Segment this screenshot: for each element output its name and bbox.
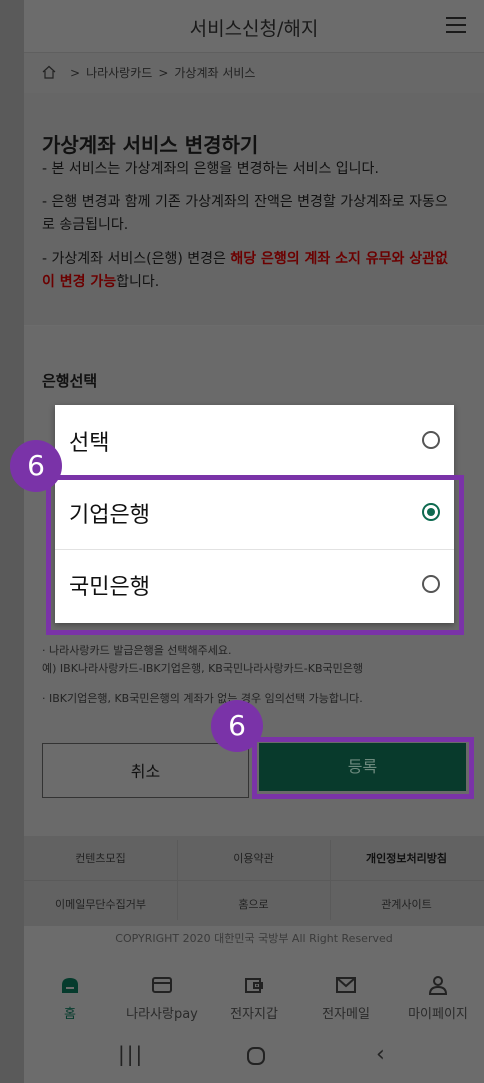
footer-link-email-refuse[interactable]: 이메일무단수집거부	[24, 896, 177, 912]
radio-unchecked-icon[interactable]	[422, 431, 440, 449]
footer-divider	[24, 880, 484, 881]
recent-apps-icon[interactable]: |||	[118, 1042, 144, 1066]
nav-item-wallet[interactable]: 전자지갑	[208, 975, 300, 1022]
bullet-3-prefix: - 가상계좌 서비스(은행) 변경은	[42, 251, 231, 267]
person-icon	[428, 976, 448, 995]
bank-note-1: · 나라사랑카드 발급은행을 선택해주세요. 예) IBK나라사랑카드-IBK기…	[42, 642, 363, 678]
nav-item-pay[interactable]: 나라사랑pay	[116, 975, 208, 1022]
options-highlight-box	[46, 475, 464, 635]
bullet-3-emphasis-2: 이 변경 가능	[42, 274, 117, 290]
bullet-3: - 가상계좌 서비스(은행) 변경은 해당 은행의 계좌 소지 유무와 상관없 …	[42, 248, 466, 294]
nav-label: 전자메일	[322, 1007, 370, 1022]
submit-highlight-box	[252, 737, 474, 799]
card-icon	[152, 977, 172, 993]
nav-label: 홈	[64, 1007, 76, 1022]
bullet-2: - 은행 변경과 함께 기존 가상계좌의 잔액은 변경할 가상계좌로 자동으 로…	[42, 191, 466, 237]
copyright: COPYRIGHT 2020 대한민국 국방부 All Right Reserv…	[115, 932, 393, 945]
system-nav-bar: ||| ‹	[24, 1030, 484, 1083]
breadcrumb: > 나라사랑카드 > 가상계좌 서비스	[24, 52, 484, 94]
step-badge-options: 6	[10, 440, 62, 492]
footer-link-terms[interactable]: 이용약관	[177, 850, 330, 866]
bank-note-2: · IBK기업은행, KB국민은행의 계좌가 없는 경우 임의선택 가능합니다.	[42, 692, 363, 705]
home-icon[interactable]	[42, 65, 56, 79]
left-edge	[0, 0, 24, 1083]
page-title: 서비스신청/해지	[189, 18, 319, 40]
nav-item-home[interactable]: 홈	[24, 975, 116, 1022]
bullet-3-emphasis-1: 해당 은행의 계좌 소지 유무와 상관없	[230, 251, 448, 267]
bank-select-label: 은행선택	[42, 372, 98, 390]
bank-note-1-line-2: 예) IBK나라사랑카드-IBK기업은행, KB국민나라사랑카드-KB국민은행	[42, 662, 364, 675]
nav-item-mypage[interactable]: 마이페이지	[392, 975, 484, 1022]
home-circle-icon[interactable]	[246, 1046, 266, 1066]
nav-label: 나라사랑pay	[126, 1007, 198, 1022]
nav-label: 마이페이지	[408, 1007, 468, 1022]
wallet-icon	[245, 978, 263, 993]
bullet-1: - 본 서비스는 가상계좌의 은행을 변경하는 서비스 입니다.	[42, 161, 379, 177]
footer-link-home[interactable]: 홈으로	[177, 896, 330, 912]
breadcrumb-item-card[interactable]: 나라사랑카드	[86, 66, 152, 80]
bullet-3-suffix: 합니다.	[116, 274, 160, 290]
description-section: 가상계좌 서비스 변경하기 - 본 서비스는 가상계좌의 은행을 변경하는 서비…	[24, 93, 484, 325]
home-icon	[62, 978, 78, 993]
bullet-2-line-2: 로 송금됩니다.	[42, 217, 129, 233]
bottom-nav: 홈 나라사랑pay 전자지갑 전자메일 마이페이지	[24, 965, 484, 1030]
nav-label: 전자지갑	[230, 1007, 278, 1022]
option-label: 선택	[69, 431, 110, 456]
footer-link-contents[interactable]: 컨텐츠모집	[24, 850, 177, 866]
footer-link-privacy[interactable]: 개인정보처리방침	[330, 850, 483, 866]
mail-icon	[336, 977, 356, 993]
bullet-2-line-1: - 은행 변경과 함께 기존 가상계좌의 잔액은 변경할 가상계좌로 자동으	[42, 194, 448, 210]
step-badge-submit: 6	[211, 700, 263, 752]
bank-note-1-line-1: · 나라사랑카드 발급은행을 선택해주세요.	[42, 644, 232, 657]
app-header: 서비스신청/해지	[24, 0, 484, 52]
cancel-button[interactable]: 취소	[42, 743, 249, 798]
section-heading: 가상계좌 서비스 변경하기	[42, 133, 259, 157]
nav-item-mail[interactable]: 전자메일	[300, 975, 392, 1022]
breadcrumb-separator: >	[70, 66, 81, 80]
back-icon[interactable]: ‹	[376, 1042, 385, 1067]
footer-link-related-sites[interactable]: 관계사이트	[330, 896, 483, 912]
bank-option-select[interactable]: 선택	[55, 405, 454, 478]
hamburger-menu-icon[interactable]	[446, 17, 466, 33]
breadcrumb-separator: >	[158, 66, 169, 80]
breadcrumb-item-virtual-account[interactable]: 가상계좌 서비스	[174, 66, 255, 80]
